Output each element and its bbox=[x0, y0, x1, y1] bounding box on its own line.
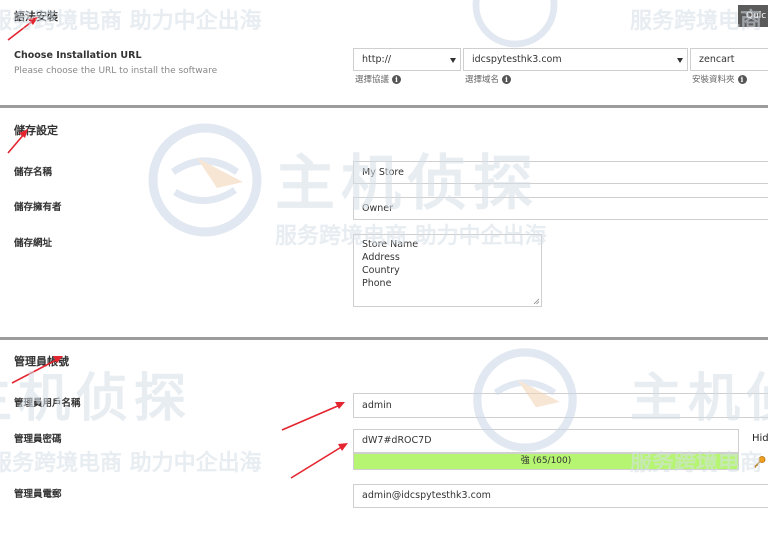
arrow-icon bbox=[11, 356, 63, 384]
arrow-icon bbox=[290, 443, 348, 479]
arrow-icon bbox=[7, 17, 38, 41]
arrow-icon bbox=[281, 402, 345, 431]
arrow-icon bbox=[7, 129, 28, 154]
annotation-arrows bbox=[7, 17, 348, 479]
